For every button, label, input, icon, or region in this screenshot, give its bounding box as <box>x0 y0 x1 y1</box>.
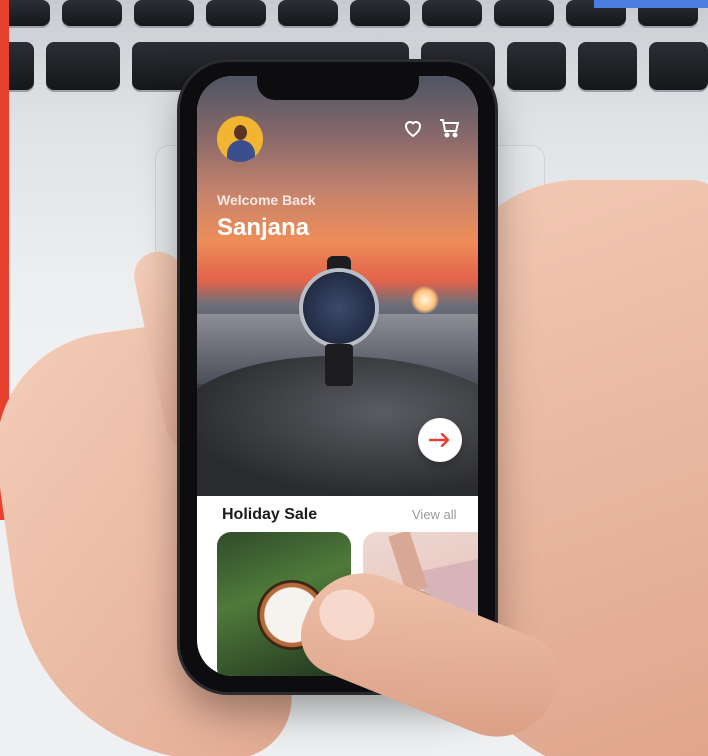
hero-watch-image <box>303 272 375 344</box>
welcome-text: Welcome Back <box>217 192 316 208</box>
phone-notch <box>257 76 419 100</box>
section-title: Holiday Sale <box>222 506 318 523</box>
heart-icon[interactable] <box>401 116 425 140</box>
sunset-sun <box>411 286 439 314</box>
avatar[interactable] <box>217 116 263 162</box>
hero-banner: Welcome Back Sanjana <box>197 76 478 496</box>
user-name: Sanjana <box>217 214 310 241</box>
cart-icon[interactable] <box>437 116 461 140</box>
next-arrow-button[interactable] <box>418 418 462 462</box>
photo-scene: Welcome Back Sanjana Holiday Sale View a… <box>0 0 708 756</box>
view-all-link[interactable]: View all <box>412 507 457 522</box>
accent-bar-blue <box>594 0 708 8</box>
arrow-right-icon <box>429 433 450 447</box>
